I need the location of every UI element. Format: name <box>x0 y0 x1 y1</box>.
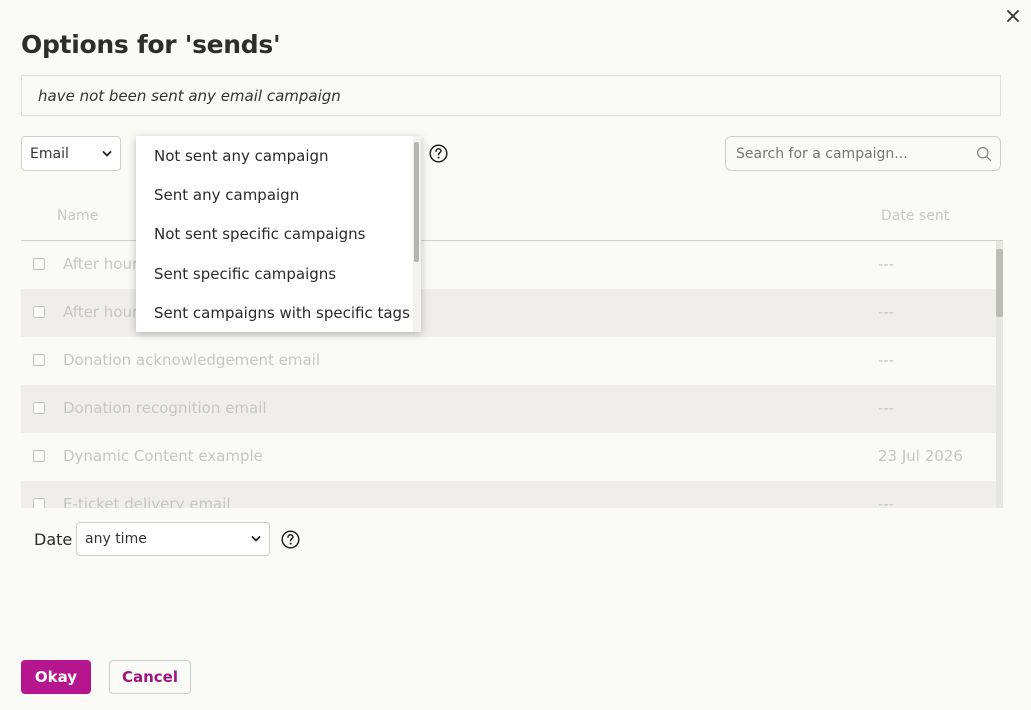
row-checkbox[interactable] <box>33 354 45 366</box>
search-input[interactable] <box>734 144 976 163</box>
row-checkbox[interactable] <box>33 402 45 414</box>
table-scrollbar-thumb[interactable] <box>996 249 1003 317</box>
campaign-date: --- <box>878 303 895 321</box>
row-checkbox[interactable] <box>33 258 45 270</box>
menu-item-sent-specific[interactable]: Sent specific campaigns <box>154 265 336 283</box>
channel-select[interactable]: Email <box>21 136 121 171</box>
table-row[interactable]: E-ticket delivery email --- <box>21 481 996 508</box>
dialog-title: Options for 'sends' <box>21 30 281 59</box>
campaign-name: Donation acknowledgement email <box>63 351 321 369</box>
campaign-name: E-ticket delivery email <box>63 495 231 508</box>
campaign-date: --- <box>878 495 895 508</box>
date-select[interactable]: any time <box>76 522 270 556</box>
menu-item-not-sent-specific[interactable]: Not sent specific campaigns <box>154 225 365 243</box>
search-icon <box>976 146 992 162</box>
table-row[interactable]: Dynamic Content example 23 Jul 2026 <box>21 433 996 481</box>
chevron-down-icon <box>102 150 112 158</box>
channel-select-value: Email <box>30 145 69 162</box>
table-row[interactable]: Donation acknowledgement email --- <box>21 337 996 385</box>
row-checkbox[interactable] <box>33 450 45 462</box>
chevron-down-icon <box>251 535 261 543</box>
condition-summary: have not been sent any email campaign <box>21 75 1001 116</box>
table-scrollbar[interactable] <box>996 241 1003 508</box>
menu-item-sent-any[interactable]: Sent any campaign <box>154 186 299 204</box>
table-row[interactable]: Donation recognition email --- <box>21 385 996 433</box>
campaign-name: Dynamic Content example <box>63 447 263 465</box>
close-icon <box>1007 10 1019 22</box>
campaign-search[interactable] <box>725 136 1001 171</box>
campaign-date: --- <box>878 351 895 369</box>
send-type-dropdown-menu: Not sent any campaign Sent any campaign … <box>136 136 421 332</box>
campaign-name: Donation recognition email <box>63 399 267 417</box>
cancel-button[interactable]: Cancel <box>109 660 191 694</box>
campaign-name: After hours <box>63 303 146 321</box>
date-select-value: any time <box>85 531 147 547</box>
row-checkbox[interactable] <box>33 498 45 508</box>
menu-item-not-sent-any[interactable]: Not sent any campaign <box>154 147 329 165</box>
column-header-name: Name <box>57 208 99 224</box>
row-checkbox[interactable] <box>33 306 45 318</box>
help-icon[interactable] <box>429 144 448 163</box>
campaign-date: --- <box>878 255 895 273</box>
campaign-name: After hours <box>63 255 146 273</box>
close-button[interactable] <box>1002 5 1024 27</box>
date-help-icon[interactable] <box>281 530 300 549</box>
menu-item-sent-with-tags[interactable]: Sent campaigns with specific tags <box>154 304 410 322</box>
campaign-date: 23 Jul 2026 <box>878 447 963 465</box>
dropdown-scrollbar-thumb[interactable] <box>414 142 419 262</box>
campaign-date: --- <box>878 399 895 417</box>
okay-button[interactable]: Okay <box>21 660 91 694</box>
column-header-date-sent: Date sent <box>881 208 950 224</box>
date-label: Date <box>34 530 73 549</box>
